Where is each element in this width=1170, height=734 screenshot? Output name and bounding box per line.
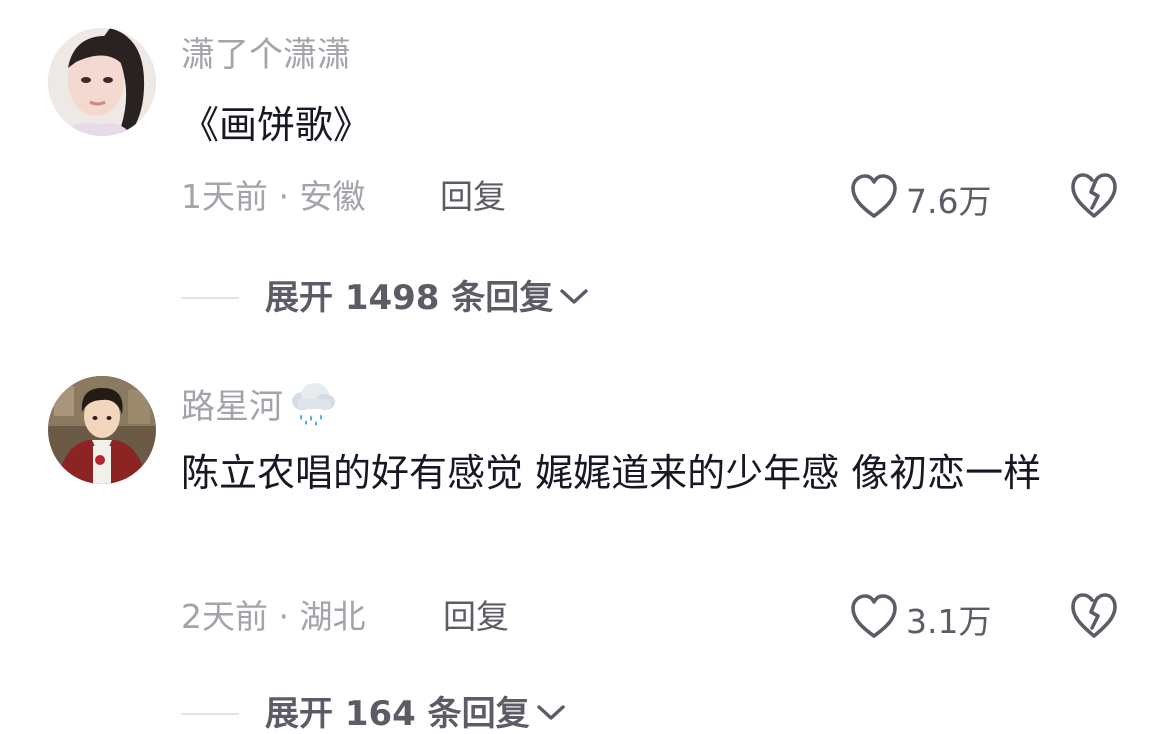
username[interactable]: 潇了个潇潇 <box>181 35 351 75</box>
reply-button[interactable]: 回复 <box>440 177 506 217</box>
dislike-button[interactable] <box>1070 592 1118 640</box>
comment-meta: 1天前 · 安徽 <box>181 177 366 216</box>
like-count: 7.6万 <box>906 181 992 221</box>
expand-replies-button[interactable]: 展开 164 条回复 <box>181 694 566 734</box>
divider <box>181 713 239 715</box>
broken-heart-icon <box>1070 593 1118 644</box>
chevron-down-icon <box>559 286 589 310</box>
comment-meta: 2天前 · 湖北 <box>181 597 366 636</box>
comment-text: 陈立农唱的好有感觉 娓娓道来的少年感 像初恋一样 <box>181 451 1042 495</box>
reply-button[interactable]: 回复 <box>443 597 509 637</box>
username[interactable]: 路星河 <box>181 381 337 436</box>
expand-replies-label: 展开 164 条回复 <box>265 694 530 734</box>
comment-text: 《画饼歌》 <box>181 103 372 147</box>
username-text: 路星河 <box>181 387 283 427</box>
like-button[interactable]: 7.6万 <box>850 174 991 229</box>
divider <box>181 297 239 299</box>
chevron-down-icon <box>536 702 566 726</box>
heart-icon <box>850 174 898 229</box>
like-button[interactable]: 3.1万 <box>850 594 991 649</box>
expand-replies-button[interactable]: 展开 1498 条回复 <box>181 278 589 318</box>
avatar[interactable] <box>48 376 156 484</box>
expand-replies-label: 展开 1498 条回复 <box>265 278 554 318</box>
like-count: 3.1万 <box>906 601 992 641</box>
rain-cloud-icon <box>287 381 337 436</box>
heart-icon <box>850 594 898 649</box>
broken-heart-icon <box>1070 173 1118 224</box>
avatar[interactable] <box>48 28 156 136</box>
dislike-button[interactable] <box>1070 172 1118 220</box>
